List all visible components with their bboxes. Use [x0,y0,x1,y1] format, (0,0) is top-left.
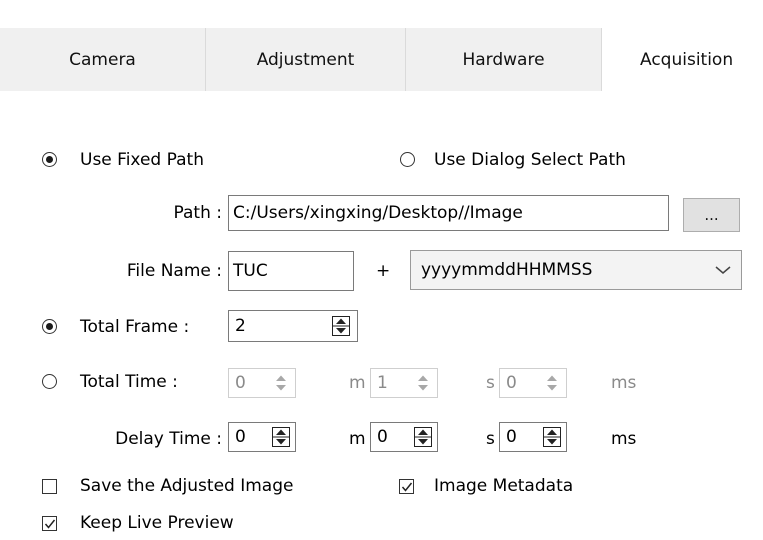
use-dialog-select-path-label: Use Dialog Select Path [434,150,626,170]
delay-time-minutes-value: 0 [235,427,246,447]
total-time-milliseconds-spinbox[interactable]: 0 [499,368,567,398]
radio-selected-dot [46,323,53,330]
image-metadata-label: Image Metadata [434,476,574,496]
save-adjusted-image-label: Save the Adjusted Image [80,476,294,496]
image-metadata-checkbox[interactable] [399,479,414,494]
file-name-format-dropdown[interactable]: yyyymmddHHMMSS [410,250,742,290]
path-input-value: C:/Users/xingxing/Desktop//Image [233,203,523,223]
tab-acquisition-label: Acquisition [640,49,734,70]
checkmark-icon [401,482,413,492]
tab-hardware-label: Hardware [462,49,545,70]
path-label: Path : [173,203,222,223]
browse-path-button[interactable]: ... [683,198,740,232]
spinner-arrows-icon[interactable] [414,427,432,447]
radio-selected-dot [46,156,53,163]
tab-acquisition[interactable]: Acquisition [602,28,763,91]
plus-sign: + [376,261,391,281]
total-time-minutes-value: 0 [235,373,246,393]
file-name-prefix-value: TUC [233,261,268,281]
tab-camera[interactable]: Camera [0,28,206,91]
total-time-minutes-unit: m [349,373,366,393]
use-fixed-path-radio[interactable] [42,152,57,167]
total-time-seconds-unit: s [486,373,495,393]
delay-time-milliseconds-spinbox[interactable]: 0 [499,422,567,452]
tab-adjustment-label: Adjustment [256,49,355,70]
delay-time-seconds-value: 0 [377,427,388,447]
delay-time-label: Delay Time : [115,429,222,449]
spinner-arrows-icon[interactable] [272,373,290,393]
total-time-milliseconds-value: 0 [506,373,517,393]
ellipsis-icon: ... [704,206,719,224]
window-top-area [0,0,763,28]
file-name-label: File Name : [126,261,222,281]
save-adjusted-image-checkbox[interactable] [42,479,57,494]
total-frame-label: Total Frame : [80,317,190,337]
use-fixed-path-label: Use Fixed Path [80,150,204,170]
total-frame-spinbox[interactable]: 2 [228,310,358,342]
total-time-seconds-value: 1 [377,373,388,393]
delay-time-milliseconds-unit: ms [611,429,637,449]
spinner-arrows-icon[interactable] [414,373,432,393]
tab-camera-label: Camera [69,49,136,70]
delay-time-minutes-unit: m [349,429,366,449]
total-time-label: Total Time : [80,372,178,392]
delay-time-seconds-unit: s [486,429,495,449]
total-time-minutes-spinbox[interactable]: 0 [228,368,296,398]
total-time-seconds-spinbox[interactable]: 1 [370,368,438,398]
spinner-arrows-icon[interactable] [332,316,350,336]
checkmark-icon [44,519,56,529]
spinner-arrows-icon[interactable] [543,427,561,447]
chevron-down-icon [715,260,731,280]
file-name-prefix-input[interactable]: TUC [228,251,354,291]
delay-time-minutes-spinbox[interactable]: 0 [228,422,296,452]
spinner-arrows-icon[interactable] [543,373,561,393]
tab-adjustment[interactable]: Adjustment [206,28,406,91]
total-time-milliseconds-unit: ms [611,373,637,393]
path-input[interactable]: C:/Users/xingxing/Desktop//Image [228,195,669,231]
delay-time-milliseconds-value: 0 [506,427,517,447]
keep-live-preview-label: Keep Live Preview [80,513,234,533]
spinner-arrows-icon[interactable] [272,427,290,447]
use-dialog-select-path-radio[interactable] [400,152,415,167]
total-frame-radio[interactable] [42,319,57,334]
total-time-radio[interactable] [42,374,57,389]
file-name-format-value: yyyymmddHHMMSS [421,260,593,280]
keep-live-preview-checkbox[interactable] [42,516,57,531]
total-frame-value: 2 [235,316,246,336]
tab-hardware[interactable]: Hardware [406,28,602,91]
delay-time-seconds-spinbox[interactable]: 0 [370,422,438,452]
